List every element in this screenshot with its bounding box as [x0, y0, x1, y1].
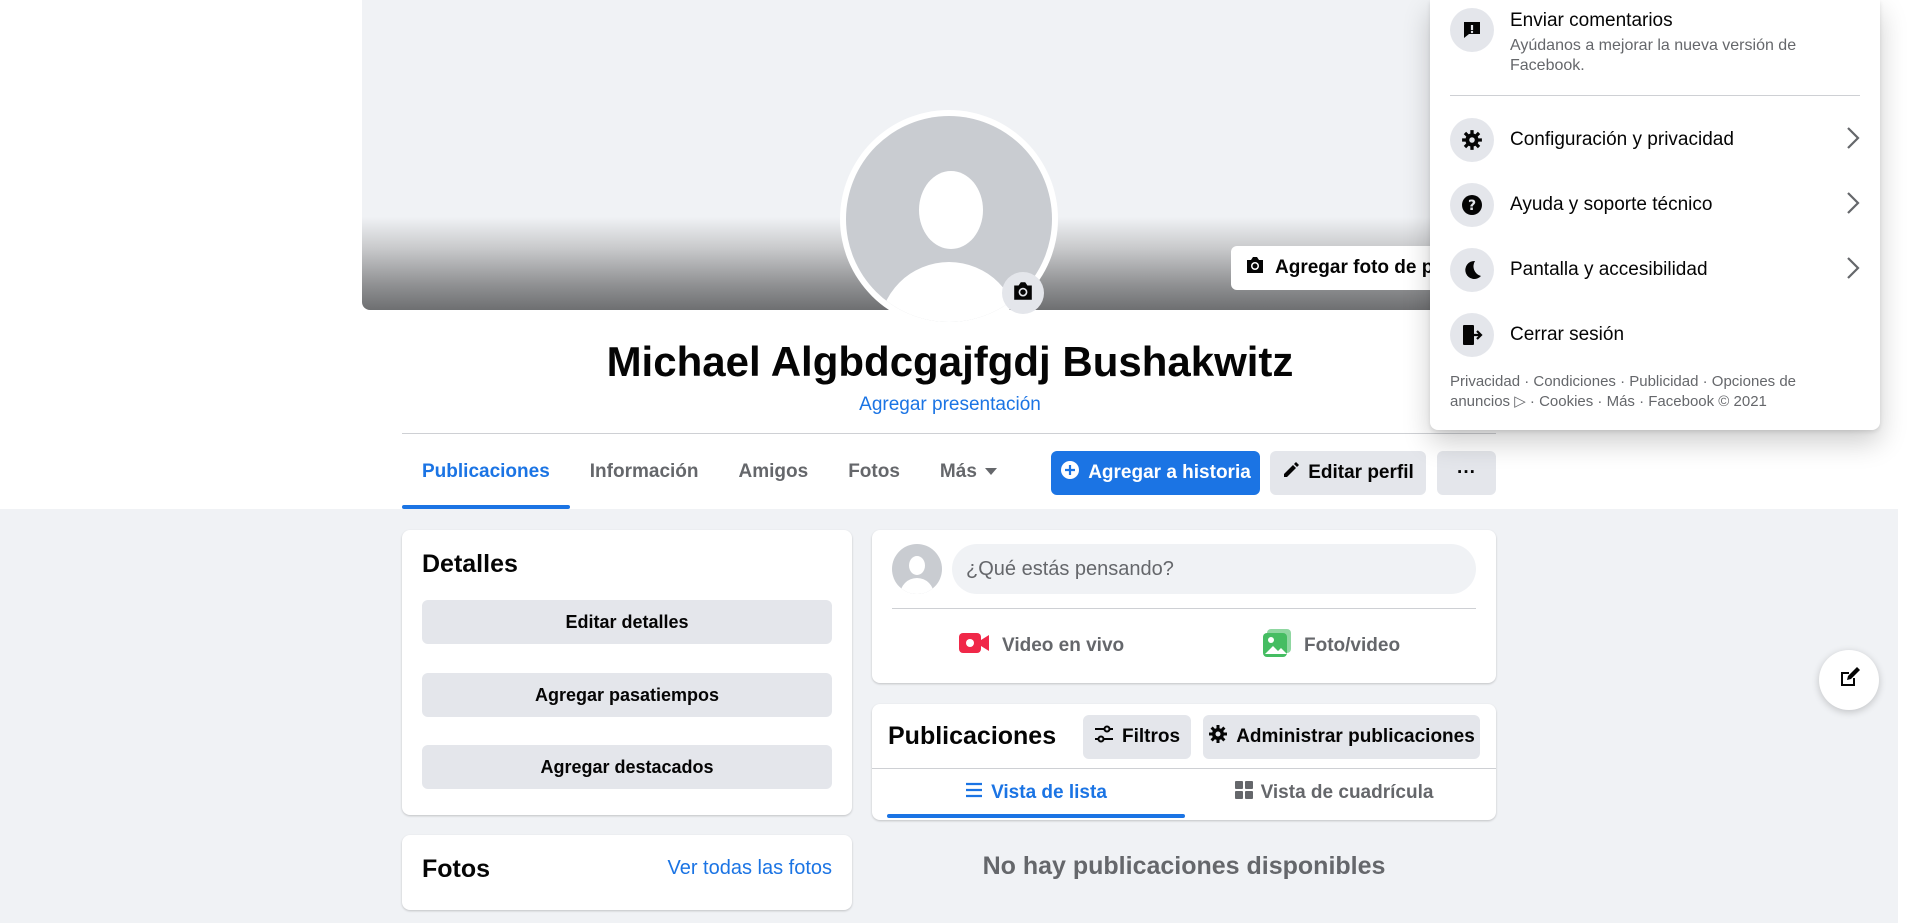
live-video-button[interactable]: Video en vivo — [958, 618, 1124, 674]
create-post-input[interactable]: ¿Qué estás pensando? — [952, 544, 1476, 594]
feedback-title: Enviar comentarios — [1510, 10, 1673, 31]
camera-icon — [1012, 281, 1034, 306]
feedback-subtitle: Ayúdanos a mejorar la nueva versión de F… — [1510, 37, 1797, 74]
tab-mas[interactable]: Más — [920, 434, 1017, 509]
grid-view-tab[interactable]: Vista de cuadrícula — [1185, 768, 1483, 818]
photos-title: Fotos — [422, 855, 491, 883]
photo-video-button[interactable]: Foto/video — [1262, 618, 1400, 674]
see-all-photos-link[interactable]: Ver todas las fotos — [667, 857, 832, 880]
page-edge — [1898, 0, 1920, 923]
update-profile-picture-button[interactable] — [1002, 272, 1044, 314]
gear-icon — [1450, 118, 1494, 162]
add-to-story-button[interactable]: Agregar a historia — [1051, 451, 1260, 495]
filters-icon — [1094, 725, 1114, 749]
menu-item-label: Configuración y privacidad — [1510, 129, 1734, 150]
add-hobbies-button[interactable]: Agregar pasatiempos — [422, 673, 832, 717]
logout-icon — [1450, 313, 1494, 357]
grid-icon — [1234, 781, 1253, 805]
new-message-button[interactable] — [1819, 650, 1879, 710]
tab-publicaciones[interactable]: Publicaciones — [402, 434, 570, 509]
composer-card: ¿Qué estás pensando? Video en vivo Foto/… — [872, 530, 1496, 683]
edit-details-button[interactable]: Editar detalles — [422, 600, 832, 644]
more-options-button[interactable]: ··· — [1437, 451, 1496, 495]
menu-item-label: Pantalla y accesibilidad — [1510, 259, 1708, 280]
profile-tabs: Publicaciones Información Amigos Fotos M… — [402, 434, 1017, 509]
posts-title: Publicaciones — [888, 722, 1057, 750]
account-menu: Enviar comentarios Ayúdanos a mejorar la… — [1430, 0, 1880, 430]
photo-icon — [1262, 628, 1292, 664]
chevron-right-icon — [1846, 256, 1860, 285]
filters-button[interactable]: Filtros — [1083, 715, 1191, 759]
edit-profile-button[interactable]: Editar perfil — [1270, 451, 1426, 495]
tab-amigos[interactable]: Amigos — [719, 434, 829, 509]
tab-informacion[interactable]: Información — [570, 434, 719, 509]
caret-down-icon — [984, 468, 997, 475]
add-cover-photo-label: Agregar foto de po — [1275, 257, 1445, 278]
camera-icon — [1245, 256, 1265, 280]
settings-privacy-item[interactable]: Configuración y privacidad — [1450, 118, 1860, 162]
list-view-tab[interactable]: Vista de lista — [887, 768, 1185, 818]
menu-footer-links[interactable]: Privacidad · Condiciones · Publicidad · … — [1450, 372, 1860, 412]
chevron-right-icon — [1846, 126, 1860, 155]
profile-name: Michael Algbdcgajfgdj Bushakwitz — [606, 338, 1294, 385]
send-feedback-item[interactable]: Enviar comentarios Ayúdanos a mejorar la… — [1450, 8, 1860, 76]
posts-card: Publicaciones Filtros Administrar public… — [872, 704, 1496, 820]
moon-icon — [1450, 248, 1494, 292]
pencil-icon — [1282, 461, 1300, 485]
manage-posts-button[interactable]: Administrar publicaciones — [1203, 715, 1480, 759]
avatar — [892, 544, 942, 594]
help-support-item[interactable]: ? Ayuda y soporte técnico — [1450, 183, 1860, 227]
plus-circle-icon — [1060, 460, 1080, 486]
feedback-icon — [1450, 8, 1494, 52]
list-icon — [965, 782, 983, 804]
display-accessibility-item[interactable]: Pantalla y accesibilidad — [1450, 248, 1860, 292]
no-posts-message: No hay publicaciones disponibles — [982, 852, 1386, 880]
divider — [892, 608, 1476, 609]
live-video-icon — [958, 631, 990, 661]
svg-text:?: ? — [1468, 198, 1476, 214]
photos-card: Fotos Ver todas las fotos — [402, 835, 852, 910]
gear-icon — [1208, 724, 1228, 750]
logout-item[interactable]: Cerrar sesión — [1450, 313, 1860, 357]
add-cover-photo-button[interactable]: Agregar foto de po — [1231, 246, 1445, 290]
details-card: Detalles Editar detalles Agregar pasatie… — [402, 530, 852, 815]
chevron-right-icon — [1846, 191, 1860, 220]
divider — [1450, 95, 1860, 96]
add-bio-link[interactable]: Agregar presentación — [362, 394, 1538, 416]
menu-item-label: Ayuda y soporte técnico — [1510, 194, 1713, 215]
help-icon: ? — [1450, 183, 1494, 227]
details-title: Detalles — [422, 550, 518, 578]
menu-item-label: Cerrar sesión — [1510, 324, 1625, 345]
tab-fotos[interactable]: Fotos — [828, 434, 920, 509]
compose-icon — [1837, 666, 1861, 695]
add-featured-button[interactable]: Agregar destacados — [422, 745, 832, 789]
